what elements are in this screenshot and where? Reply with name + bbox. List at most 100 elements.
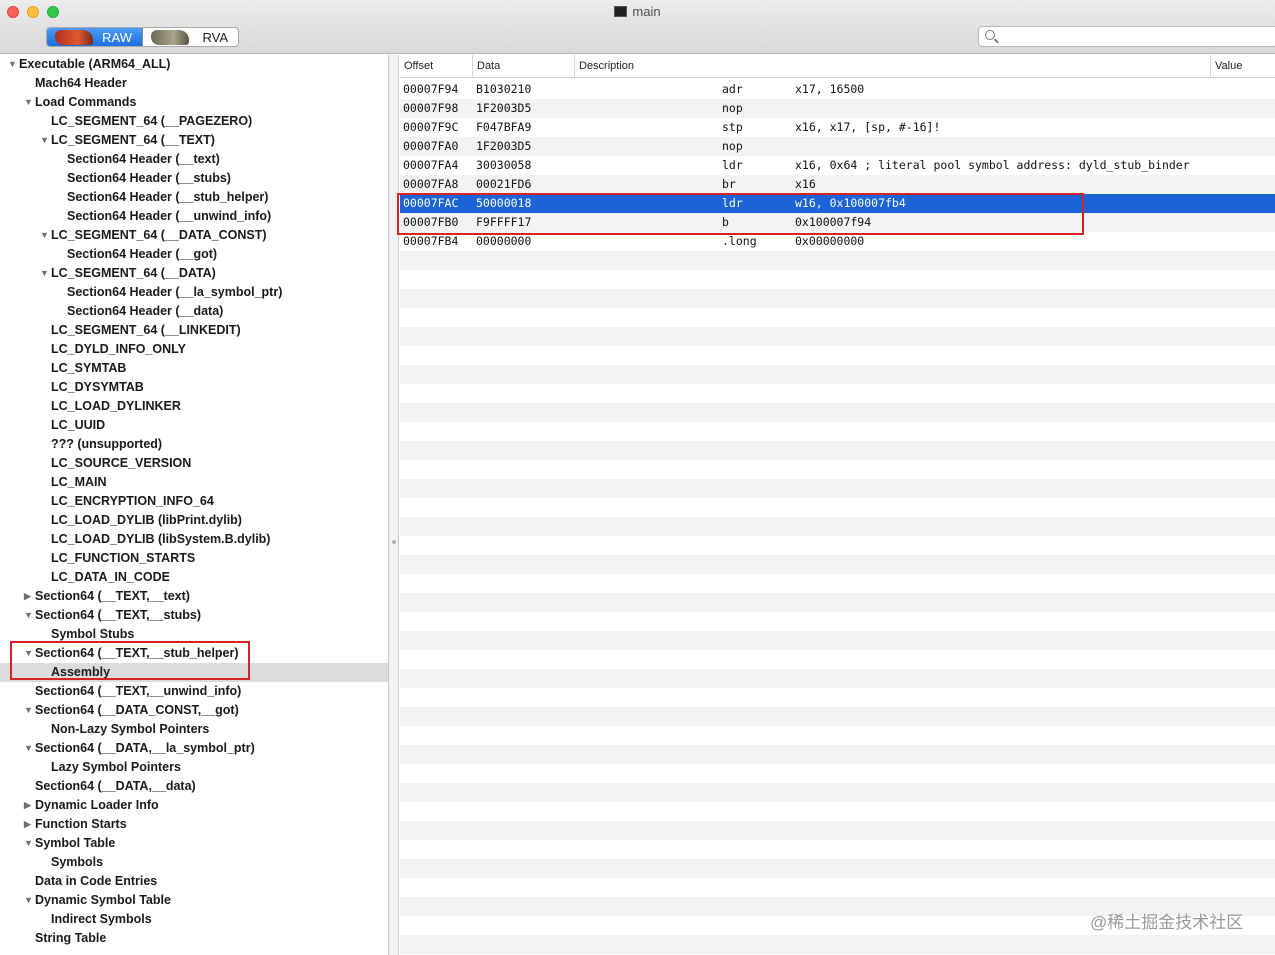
sidebar-item[interactable]: LC_SOURCE_VERSION [0,454,388,473]
offset-cell: 00007FB4 [403,234,459,248]
sidebar-item[interactable]: ▶ Function Starts [0,815,388,834]
sidebar-item[interactable]: ▼ Section64 (__TEXT,__stub_helper) [0,644,388,663]
sidebar-item[interactable]: LC_DYLD_INFO_ONLY [0,340,388,359]
sidebar-item[interactable]: ▼ Section64 (__DATA,__la_symbol_ptr) [0,739,388,758]
sidebar-item[interactable]: Section64 Header (__stubs) [0,169,388,188]
disclosure-triangle-down-icon[interactable]: ▼ [24,606,34,625]
disclosure-triangle-down-icon[interactable]: ▼ [40,264,50,283]
column-header-value[interactable]: Value [1211,55,1275,78]
sidebar-item[interactable]: LC_LOAD_DYLIB (libPrint.dylib) [0,511,388,530]
sidebar-item[interactable]: Mach64 Header [0,74,388,93]
column-header-offset[interactable]: Offset [400,55,473,78]
assembly-table: Offset Data Description Value 00007F94 B1… [400,55,1275,955]
rva-mode-button[interactable]: RVA [143,28,238,46]
search-input[interactable] [978,26,1275,47]
data-cell: F047BFA9 [476,120,532,134]
sidebar-item[interactable]: Symbols [0,853,388,872]
sidebar-item[interactable]: LC_SEGMENT_64 (__LINKEDIT) [0,321,388,340]
sidebar-item[interactable]: Section64 Header (__data) [0,302,388,321]
disclosure-triangle-down-icon[interactable]: ▼ [24,891,34,910]
disclosure-triangle-down-icon[interactable]: ▼ [40,226,50,245]
sidebar-item[interactable]: Section64 Header (__unwind_info) [0,207,388,226]
disclosure-triangle-down-icon[interactable]: ▼ [24,701,34,720]
disclosure-triangle-right-icon[interactable]: ▶ [24,587,34,606]
sidebar-item[interactable]: LC_DYSYMTAB [0,378,388,397]
table-row[interactable]: 00007F9C F047BFA9 stp x16, x17, [sp, #-16]! [400,118,1275,137]
sidebar-item[interactable]: Section64 (__TEXT,__unwind_info) [0,682,388,701]
sidebar-item[interactable]: Section64 Header (__got) [0,245,388,264]
table-row[interactable]: 00007FA0 1F2003D5 nop [400,137,1275,156]
sidebar-item-label: LC_DATA_IN_CODE [51,570,170,584]
empty-table-row [400,726,1275,745]
sidebar-item[interactable]: ▼ Executable (ARM64_ALL) [0,55,388,74]
search-icon [985,30,995,40]
sidebar-item[interactable]: String Table [0,929,388,948]
disclosure-triangle-right-icon[interactable]: ▶ [24,815,34,834]
disclosure-triangle-down-icon[interactable]: ▼ [24,739,34,758]
table-row[interactable]: 00007F98 1F2003D5 nop [400,99,1275,118]
sidebar-item[interactable]: ▼ LC_SEGMENT_64 (__TEXT) [0,131,388,150]
sidebar-item[interactable]: Symbol Stubs [0,625,388,644]
sidebar-item[interactable]: Section64 Header (__la_symbol_ptr) [0,283,388,302]
table-row[interactable]: 00007FB4 00000000 .long 0x00000000 [400,232,1275,251]
table-row[interactable]: 00007FB0 F9FFFF17 b 0x100007f94 [400,213,1275,232]
sidebar-item[interactable]: LC_ENCRYPTION_INFO_64 [0,492,388,511]
disclosure-triangle-down-icon[interactable]: ▼ [8,55,18,74]
sidebar-item[interactable]: LC_SYMTAB [0,359,388,378]
mnemonic-cell: nop [722,139,743,153]
sidebar-item[interactable]: ▶ Section64 (__TEXT,__text) [0,587,388,606]
column-header-data[interactable]: Data [473,55,575,78]
sidebar-item[interactable]: ▼ Section64 (__TEXT,__stubs) [0,606,388,625]
sidebar-item[interactable]: ▶ Dynamic Loader Info [0,796,388,815]
disclosure-triangle-down-icon[interactable]: ▼ [40,131,50,150]
table-row[interactable]: 00007FA8 00021FD6 br x16 [400,175,1275,194]
table-row[interactable]: 00007F94 B1030210 adr x17, 16500 [400,80,1275,99]
sidebar-item[interactable]: ▼ LC_SEGMENT_64 (__DATA_CONST) [0,226,388,245]
sidebar-item[interactable]: Data in Code Entries [0,872,388,891]
sidebar-item[interactable]: LC_FUNCTION_STARTS [0,549,388,568]
watermark: @稀土掘金技术社区 [1090,913,1244,932]
sidebar-item-label: Section64 (__TEXT,__stub_helper) [35,646,239,660]
sidebar-item[interactable]: LC_SEGMENT_64 (__PAGEZERO) [0,112,388,131]
empty-table-row [400,764,1275,783]
disclosure-triangle-right-icon[interactable]: ▶ [24,796,34,815]
sidebar-item[interactable]: ▼ Symbol Table [0,834,388,853]
sidebar-tree[interactable]: ▼ Executable (ARM64_ALL) Mach64 Header ▼ Loa… [0,55,389,955]
sidebar-item-label: LC_DYSYMTAB [51,380,144,394]
disclosure-triangle-down-icon[interactable]: ▼ [24,644,34,663]
sidebar-item[interactable]: Section64 Header (__text) [0,150,388,169]
sidebar-item-label: LC_LOAD_DYLINKER [51,399,181,413]
operands-cell: x17, 16500 [795,82,865,96]
disclosure-triangle-down-icon[interactable]: ▼ [24,834,34,853]
sidebar-item[interactable]: LC_DATA_IN_CODE [0,568,388,587]
sidebar-item[interactable]: ▼ Dynamic Symbol Table [0,891,388,910]
split-view-divider[interactable] [389,55,399,955]
sidebar-item[interactable]: ??? (unsupported) [0,435,388,454]
sidebar-item[interactable]: LC_MAIN [0,473,388,492]
raw-rva-segmented-control: RAW RVA [46,27,239,47]
sidebar-item[interactable]: Section64 Header (__stub_helper) [0,188,388,207]
data-cell: 1F2003D5 [476,101,532,115]
sidebar-item[interactable]: LC_LOAD_DYLIB (libSystem.B.dylib) [0,530,388,549]
sidebar-item[interactable]: ▼ Load Commands [0,93,388,112]
sidebar-item[interactable]: Indirect Symbols [0,910,388,929]
sidebar-item[interactable]: Non-Lazy Symbol Pointers [0,720,388,739]
sidebar-item-label: Function Starts [35,817,127,831]
table-row[interactable]: 00007FAC 50000018 ldr w16, 0x100007fb4 [400,194,1275,213]
raw-mode-button[interactable]: RAW [47,28,143,46]
table-row[interactable]: 00007FA4 30030058 ldr x16, 0x64 ; literal p… [400,156,1275,175]
column-header-description[interactable]: Description [575,55,1211,78]
sidebar-item[interactable]: ▼ LC_SEGMENT_64 (__DATA) [0,264,388,283]
sidebar-item[interactable]: Lazy Symbol Pointers [0,758,388,777]
sidebar-item[interactable]: LC_LOAD_DYLINKER [0,397,388,416]
sidebar-item[interactable]: Assembly [0,663,388,682]
mnemonic-cell: br [722,177,736,191]
sidebar-item-label: Assembly [51,665,111,679]
sidebar-item[interactable]: ▼ Section64 (__DATA_CONST,__got) [0,701,388,720]
disclosure-triangle-down-icon[interactable]: ▼ [24,93,34,112]
data-cell: 1F2003D5 [476,139,532,153]
sidebar-item[interactable]: LC_UUID [0,416,388,435]
sidebar-item[interactable]: Section64 (__DATA,__data) [0,777,388,796]
sidebar-item-label: Section64 (__TEXT,__text) [35,589,190,603]
window-title-text: main [632,4,661,19]
